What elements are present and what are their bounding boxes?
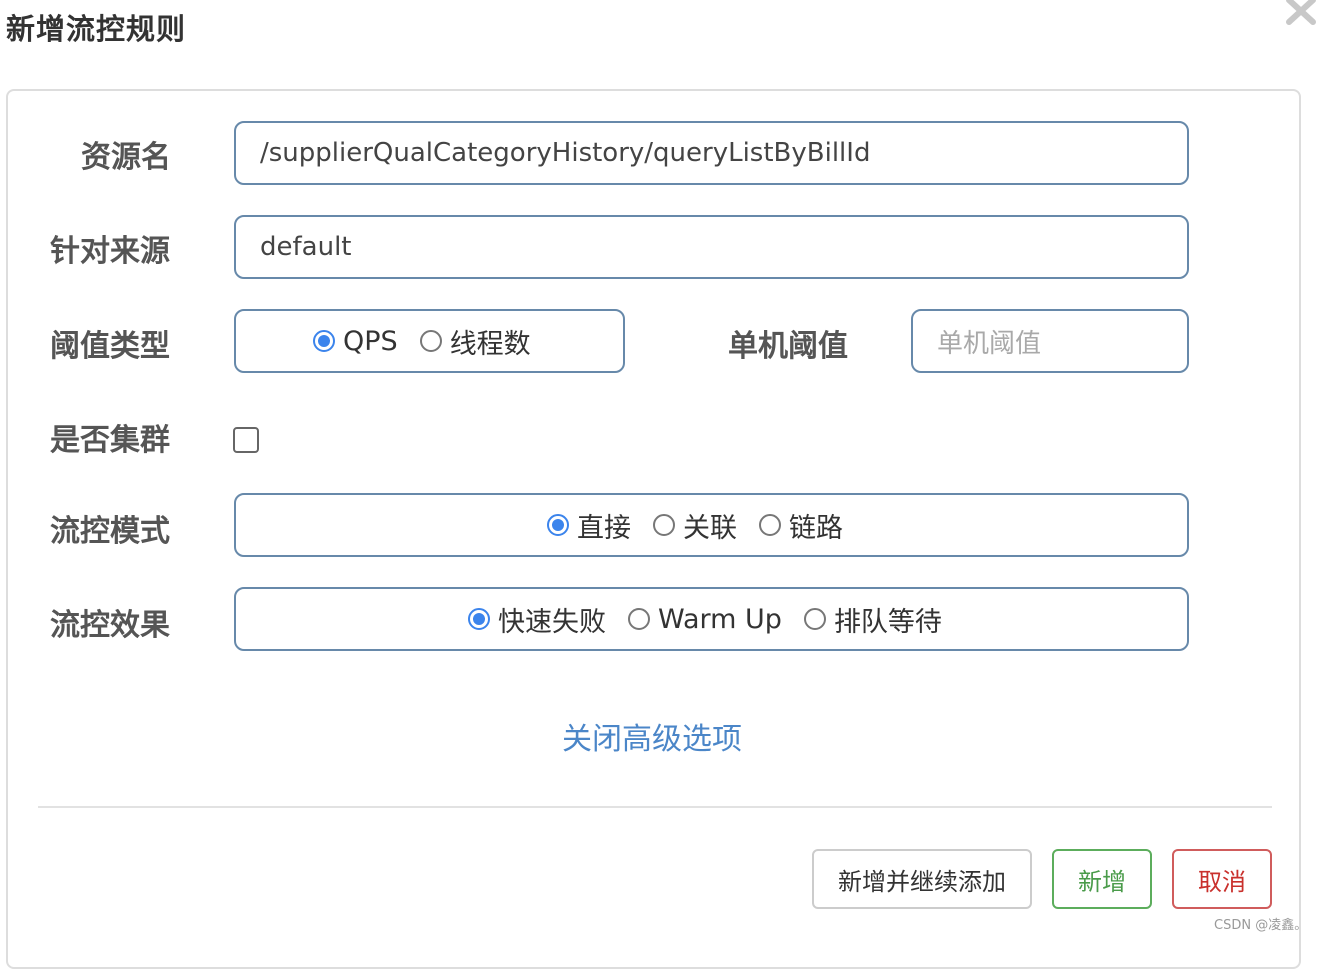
threshold-type-label: 阈值类型 bbox=[50, 329, 170, 364]
radio-option-relate[interactable]: 关联 bbox=[653, 506, 737, 545]
close-advanced-options-link[interactable]: 关闭高级选项 bbox=[562, 714, 742, 758]
single-threshold-input[interactable]: 单机阈值 bbox=[911, 309, 1189, 373]
radio-option-fast-fail[interactable]: 快速失败 bbox=[468, 600, 606, 639]
radio-label-chain: 链路 bbox=[789, 512, 843, 544]
radio-unchecked-icon[interactable] bbox=[419, 330, 442, 352]
resource-input-value: /supplierQualCategoryHistory/queryListBy… bbox=[260, 138, 871, 168]
resource-label: 资源名 bbox=[81, 140, 171, 175]
single-threshold-label: 单机阈值 bbox=[728, 329, 848, 364]
radio-label-direct: 直接 bbox=[577, 512, 631, 544]
radio-option-warm-up[interactable]: Warm Up bbox=[628, 604, 782, 635]
radio-label-queue: 排队等待 bbox=[833, 606, 942, 638]
radio-option-threads[interactable]: 线程数 bbox=[419, 322, 531, 361]
watermark: CSDN @凌鑫。 bbox=[1214, 918, 1308, 933]
dialog-title: 新增流控规则 bbox=[6, 12, 187, 46]
control-behavior-group: 快速失败 Warm Up 排队等待 bbox=[234, 587, 1189, 651]
limit-app-input-value: default bbox=[260, 232, 352, 262]
radio-checked-icon[interactable] bbox=[547, 514, 569, 536]
control-behavior-label: 流控效果 bbox=[50, 608, 170, 643]
radio-unchecked-icon[interactable] bbox=[653, 514, 675, 536]
radio-label-relate: 关联 bbox=[683, 512, 737, 544]
limit-app-label: 针对来源 bbox=[50, 234, 170, 269]
strategy-label: 流控模式 bbox=[50, 514, 170, 549]
cluster-label: 是否集群 bbox=[50, 423, 170, 458]
radio-option-direct[interactable]: 直接 bbox=[547, 506, 631, 545]
threshold-type-radios: QPS 线程数 bbox=[313, 311, 531, 371]
radio-checked-icon[interactable] bbox=[313, 330, 335, 352]
add-and-continue-button[interactable]: 新增并继续添加 bbox=[812, 849, 1032, 909]
add-button[interactable]: 新增 bbox=[1052, 849, 1152, 909]
single-threshold-placeholder: 单机阈值 bbox=[937, 328, 1042, 359]
radio-label-warm-up: Warm Up bbox=[658, 603, 782, 635]
radio-unchecked-icon[interactable] bbox=[803, 608, 826, 630]
radio-option-qps[interactable]: QPS bbox=[313, 326, 398, 357]
cluster-checkbox[interactable] bbox=[233, 427, 259, 453]
resource-input[interactable]: /supplierQualCategoryHistory/queryListBy… bbox=[234, 121, 1189, 185]
radio-unchecked-icon[interactable] bbox=[628, 608, 650, 630]
radio-checked-icon[interactable] bbox=[468, 608, 490, 630]
strategy-group: 直接 关联 链路 bbox=[234, 493, 1189, 557]
close-icon bbox=[1286, 0, 1316, 25]
radio-label-threads: 线程数 bbox=[449, 328, 531, 360]
strategy-radios: 直接 关联 链路 bbox=[547, 495, 843, 555]
close-button[interactable] bbox=[1282, 0, 1320, 30]
control-behavior-radios: 快速失败 Warm Up 排队等待 bbox=[468, 589, 942, 649]
radio-option-chain[interactable]: 链路 bbox=[759, 506, 843, 545]
radio-label-fast-fail: 快速失败 bbox=[498, 606, 606, 638]
limit-app-input[interactable]: default bbox=[234, 215, 1189, 279]
radio-option-queue[interactable]: 排队等待 bbox=[803, 600, 942, 639]
radio-unchecked-icon[interactable] bbox=[759, 514, 781, 536]
threshold-type-group: QPS 线程数 bbox=[234, 309, 625, 373]
footer-divider bbox=[38, 806, 1272, 808]
cancel-button[interactable]: 取消 bbox=[1172, 849, 1272, 909]
radio-label-qps: QPS bbox=[343, 325, 398, 357]
